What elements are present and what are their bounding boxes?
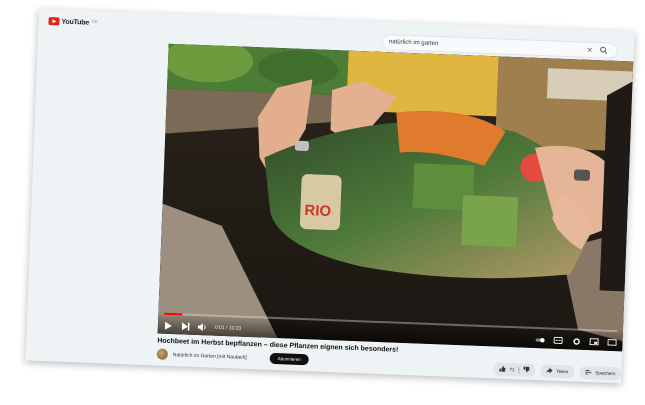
channel-name[interactable]: Natürlich im Garten [mit Nauberli]	[173, 352, 247, 361]
search-icon[interactable]	[597, 44, 611, 57]
video-frame: RIO	[157, 43, 634, 352]
divider	[518, 366, 520, 373]
action-buttons: 71 Teilen Speichern	[493, 362, 622, 381]
save-label: Speichern	[595, 370, 616, 377]
thumbs-up-icon[interactable]	[499, 365, 506, 373]
share-icon	[546, 367, 553, 374]
thumbs-down-icon[interactable]	[523, 366, 530, 374]
bag-brand-label: RIO	[304, 202, 332, 220]
youtube-screenshot: YouTube DE natürlich im garten × RIO 0:0…	[25, 8, 635, 384]
theater-icon[interactable]	[607, 338, 617, 347]
search-input[interactable]: natürlich im garten	[389, 39, 583, 52]
subscribe-button[interactable]: Abonnieren	[269, 352, 309, 366]
volume-icon[interactable]	[197, 322, 207, 331]
channel-row: Natürlich im Garten [mit Nauberli] Abonn…	[156, 348, 309, 366]
progress-bar-fill	[164, 312, 183, 316]
like-dislike-button[interactable]: 71	[493, 362, 536, 378]
page-background: YouTube DE natürlich im garten × RIO 0:0…	[0, 0, 645, 405]
video-player[interactable]: RIO 0:01 / 10:23	[157, 43, 634, 352]
share-label: Teilen	[556, 368, 569, 375]
autoplay-toggle-icon[interactable]	[535, 335, 545, 344]
miniplayer-icon[interactable]	[589, 337, 599, 346]
logo-text: YouTube	[61, 18, 90, 27]
like-count: 71	[509, 367, 515, 373]
settings-icon[interactable]	[571, 336, 580, 345]
country-code: DE	[91, 18, 98, 24]
next-icon[interactable]	[181, 321, 190, 331]
share-button[interactable]: Teilen	[540, 364, 575, 379]
youtube-logo[interactable]: YouTube DE	[48, 17, 98, 27]
avatar[interactable]	[156, 348, 169, 360]
time-display: 0:01 / 10:23	[214, 324, 242, 332]
save-button[interactable]: Speichern	[578, 365, 622, 381]
save-icon	[585, 369, 592, 376]
close-icon[interactable]: ×	[583, 45, 597, 56]
play-icon[interactable]	[164, 321, 173, 330]
subtitles-icon[interactable]	[553, 336, 563, 345]
youtube-logo-icon	[48, 17, 60, 26]
